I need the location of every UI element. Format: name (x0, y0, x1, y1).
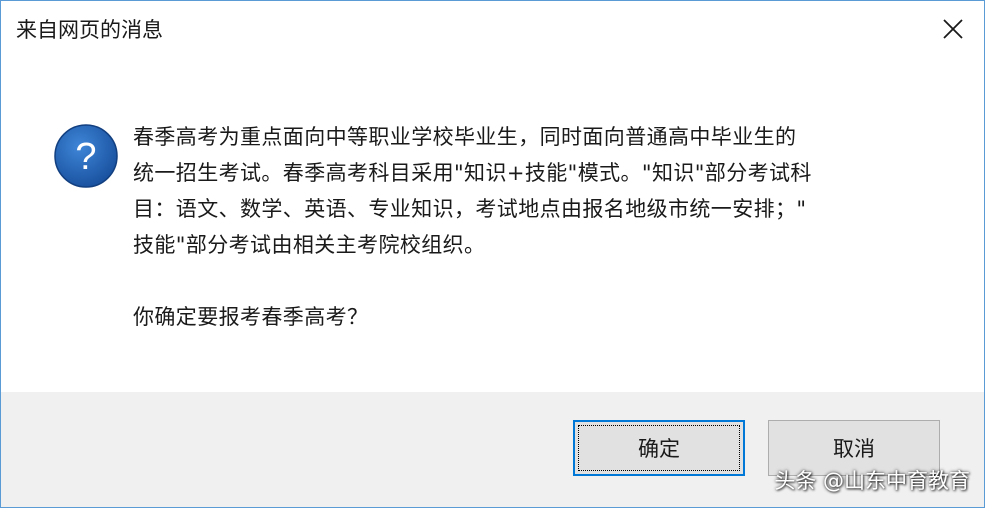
question-icon: ? (54, 124, 118, 188)
message-text: 春季高考为重点面向中等职业学校毕业生，同时面向普通高中毕业生的 统一招生考试。春… (133, 119, 923, 335)
message-dialog: 来自网页的消息 ? 春季高考为重点面向中等职业学校毕业生，同时面向普通高中毕业生… (0, 0, 985, 508)
message-line: 目：语文、数学、英语、专业知识，考试地点由报名地级市统一安排；" (133, 197, 807, 221)
close-icon (943, 19, 963, 39)
dialog-title: 来自网页的消息 (16, 18, 163, 42)
svg-text:?: ? (75, 136, 96, 178)
close-button[interactable] (927, 7, 979, 51)
message-line: 统一招生考试。春季高考科目采用"知识+技能"模式。"知识"部分考试科 (133, 161, 812, 185)
confirm-question: 你确定要报考春季高考？ (133, 305, 369, 329)
watermark: 头条 @山东中育教育 (774, 469, 970, 493)
ok-button-label: 确定 (638, 437, 680, 461)
title-bar: 来自网页的消息 (1, 1, 984, 59)
cancel-button-label: 取消 (833, 437, 875, 461)
message-line: 技能"部分考试由相关主考院校组织。 (133, 233, 486, 257)
button-bar: 确定 取消 头条 @山东中育教育 (1, 392, 984, 507)
message-line: 春季高考为重点面向中等职业学校毕业生，同时面向普通高中毕业生的 (133, 125, 797, 149)
dialog-content: ? 春季高考为重点面向中等职业学校毕业生，同时面向普通高中毕业生的 统一招生考试… (1, 59, 984, 392)
ok-button[interactable]: 确定 (573, 420, 745, 476)
